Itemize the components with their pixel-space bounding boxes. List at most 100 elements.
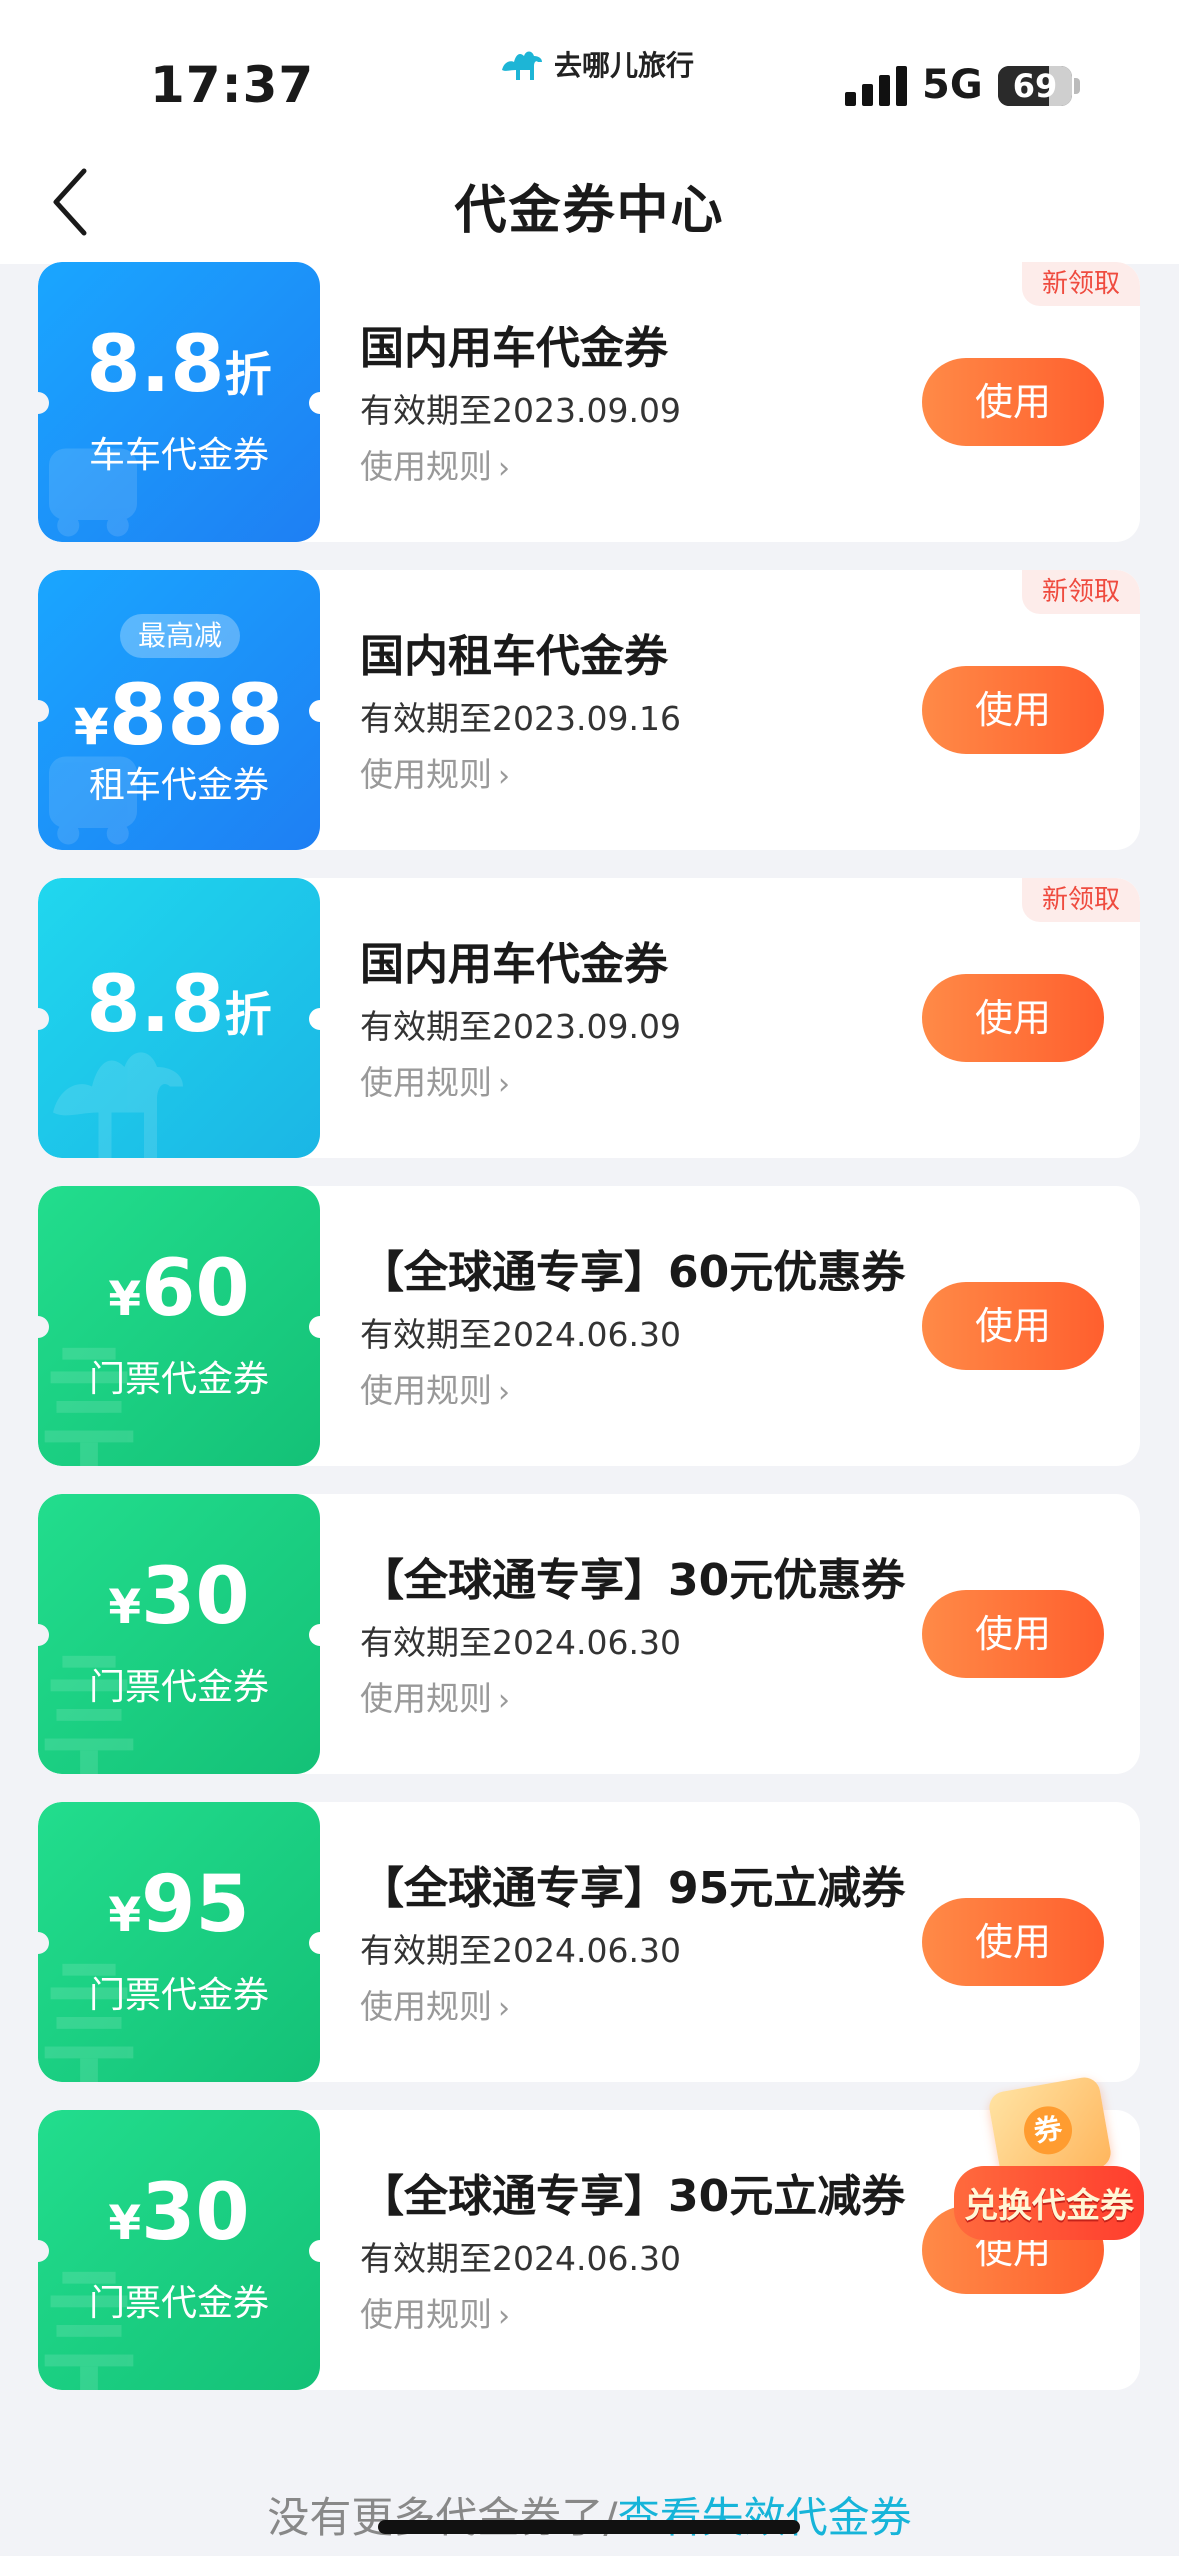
coupon-value-panel: 最高减 ¥888 租车代金券 [38, 570, 320, 850]
battery-level: 69 [1012, 67, 1058, 105]
use-button[interactable]: 使用 [922, 666, 1104, 754]
usage-rules-label: 使用规则 [360, 1679, 492, 1718]
ticket-notch [309, 1316, 331, 1338]
currency-symbol: ¥ [108, 1272, 142, 1327]
coupon-value-panel: ¥60 门票代金券 [38, 1186, 320, 1466]
coupon-title: 【全球通专享】60元优惠券 [360, 1247, 906, 1298]
amount-value: 30 [141, 1552, 250, 1642]
list-footer: 没有更多代金券了/查看失效代金券 [0, 2484, 1179, 2545]
coupon-value-panel: ¥95 门票代金券 [38, 1802, 320, 2082]
new-claimed-tag: 新领取 [1021, 878, 1140, 922]
coupon-card[interactable]: ¥30 门票代金券 【全球通专享】30元优惠券 有效期至2024.06.30 使… [38, 1494, 1140, 1774]
coupon-value-panel: ¥30 门票代金券 [38, 2110, 320, 2390]
chevron-right-icon: › [498, 1375, 510, 1410]
coupon-card[interactable]: ¥95 门票代金券 【全球通专享】95元立减券 有效期至2024.06.30 使… [38, 1802, 1140, 2082]
home-indicator [378, 2520, 800, 2534]
no-more-text: 没有更多代金券了/ [267, 2493, 618, 2542]
usage-rules-link[interactable]: 使用规则 › [360, 1980, 510, 2028]
use-button[interactable]: 使用 [922, 1898, 1104, 1986]
chevron-right-icon: › [498, 2299, 510, 2334]
use-button[interactable]: 使用 [922, 1590, 1104, 1678]
coupon-amount: ¥60 [38, 1244, 320, 1334]
coupon-title: 国内租车代金券 [360, 631, 668, 682]
coupon-validity: 有效期至2024.06.30 [360, 1931, 681, 1970]
usage-rules-label: 使用规则 [360, 2295, 492, 2334]
status-time: 17:37 [150, 56, 315, 114]
discount-unit: 折 [224, 348, 272, 403]
coupon-title: 国内用车代金券 [360, 939, 668, 990]
coupon-validity: 有效期至2023.09.16 [360, 699, 681, 738]
usage-rules-label: 使用规则 [360, 1987, 492, 2026]
coupon-title: 【全球通专享】30元立减券 [360, 2171, 906, 2222]
currency-symbol: ¥ [108, 2196, 142, 2251]
usage-rules-link[interactable]: 使用规则 › [360, 2288, 510, 2336]
battery-icon: 69 [998, 66, 1072, 106]
currency-symbol: ¥ [108, 1580, 142, 1635]
ticket-notch [309, 1932, 331, 1954]
coupon-title: 国内用车代金券 [360, 323, 668, 374]
usage-rules-link[interactable]: 使用规则 › [360, 748, 510, 796]
coupon-validity: 有效期至2024.06.30 [360, 1315, 681, 1354]
amount-value: 30 [141, 2168, 250, 2258]
max-discount-pill: 最高减 [120, 614, 241, 658]
brand-name: 去哪儿旅行 [554, 49, 695, 82]
coupon-card[interactable]: 8.8折 国内用车代金券 有效期至2023.09.09 使用规则 › 使用 新领取 [38, 878, 1140, 1158]
coupon-type: 车车代金券 [88, 435, 269, 476]
chevron-right-icon: › [498, 1067, 510, 1102]
amount-value: 8.8 [86, 960, 225, 1050]
coupon-card[interactable]: 8.8折 车车代金券 国内用车代金券 有效期至2023.09.09 使用规则 › … [38, 262, 1140, 542]
coupon-validity: 有效期至2023.09.09 [360, 391, 681, 430]
chevron-right-icon: › [498, 451, 510, 486]
amount-value: 60 [141, 1244, 250, 1334]
usage-rules-label: 使用规则 [360, 1063, 492, 1102]
page-title: 代金券中心 [454, 181, 725, 241]
currency-symbol: ¥ [108, 1888, 142, 1943]
coupon-validity: 有效期至2023.09.09 [360, 1007, 681, 1046]
view-expired-coupons-link[interactable]: 查看失效代金券 [618, 2493, 912, 2542]
use-button[interactable]: 使用 [922, 1282, 1104, 1370]
amount-value: 8.8 [86, 320, 225, 410]
coupon-amount: 8.8折 [38, 960, 320, 1050]
usage-rules-link[interactable]: 使用规则 › [360, 1672, 510, 1720]
coupon-validity: 有效期至2024.06.30 [360, 2239, 681, 2278]
ticket-notch [309, 1008, 331, 1030]
coupon-type: 门票代金券 [88, 1667, 269, 1708]
chevron-right-icon: › [498, 1683, 510, 1718]
ticket-notch [309, 700, 331, 722]
coupon-card[interactable]: 最高减 ¥888 租车代金券 国内租车代金券 有效期至2023.09.16 使用… [38, 570, 1140, 850]
usage-rules-link[interactable]: 使用规则 › [360, 440, 510, 488]
coupon-amount: ¥30 [38, 2168, 320, 2258]
ticket-notch [309, 1624, 331, 1646]
coupon-card[interactable]: ¥60 门票代金券 【全球通专享】60元优惠券 有效期至2024.06.30 使… [38, 1186, 1140, 1466]
chevron-right-icon: › [498, 759, 510, 794]
discount-unit: 折 [224, 988, 272, 1043]
new-claimed-tag: 新领取 [1021, 262, 1140, 306]
camel-icon [502, 51, 542, 80]
new-claimed-tag: 新领取 [1021, 570, 1140, 614]
coupon-title: 【全球通专享】30元优惠券 [360, 1555, 906, 1606]
coupon-amount: ¥95 [38, 1860, 320, 1950]
usage-rules-label: 使用规则 [360, 755, 492, 794]
coupon-type: 门票代金券 [88, 2283, 269, 2324]
usage-rules-link[interactable]: 使用规则 › [360, 1056, 510, 1104]
ticket-notch [309, 392, 331, 414]
brand-logo: 去哪儿旅行 [498, 44, 694, 84]
coupon-value-panel: 8.8折 车车代金券 [38, 262, 320, 542]
coupon-validity: 有效期至2024.06.30 [360, 1623, 681, 1662]
nav-bar: 代金券中心 [0, 140, 1179, 264]
coupon-amount: ¥888 [38, 666, 320, 764]
use-button[interactable]: 使用 [922, 358, 1104, 446]
cellular-signal-icon [845, 66, 907, 106]
usage-rules-label: 使用规则 [360, 447, 492, 486]
coupon-type: 租车代金券 [88, 765, 269, 806]
coupon-value-panel: 8.8折 [38, 878, 320, 1158]
coupon-amount: 8.8折 [38, 320, 320, 410]
coupon-title: 【全球通专享】95元立减券 [360, 1863, 906, 1914]
battery-cap [1074, 78, 1080, 94]
usage-rules-link[interactable]: 使用规则 › [360, 1364, 510, 1412]
amount-value: 95 [141, 1860, 250, 1950]
exchange-coupon-float-button[interactable]: 券 兑换代金券 [954, 2074, 1154, 2264]
use-button[interactable]: 使用 [922, 974, 1104, 1062]
coupon-coin-icon: 券 [1020, 2102, 1076, 2159]
coupon-type: 门票代金券 [88, 1975, 269, 2016]
